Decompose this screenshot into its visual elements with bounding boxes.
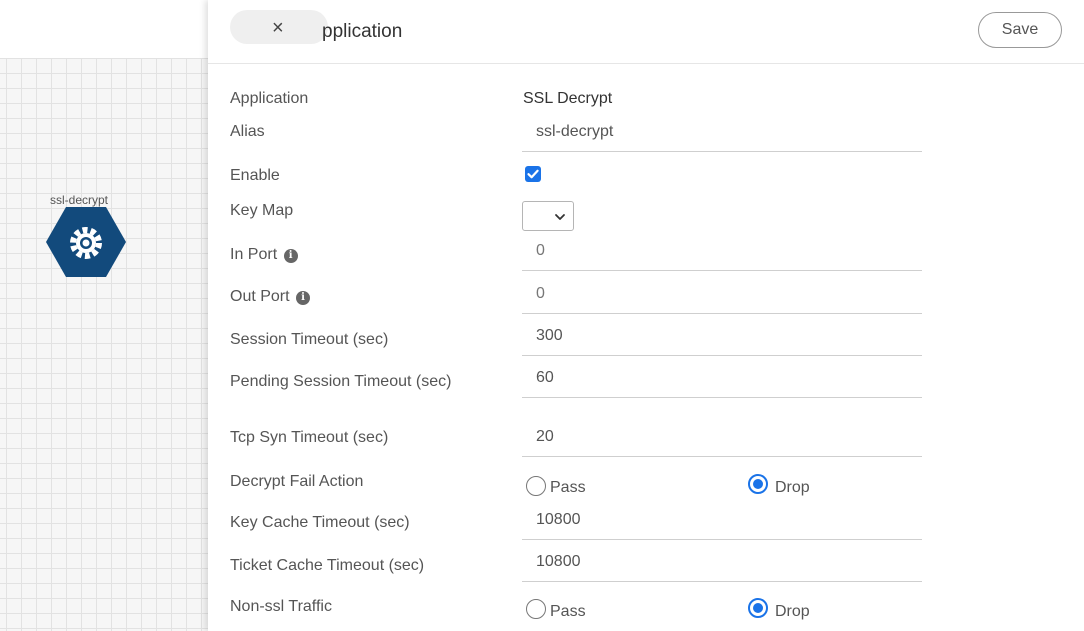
pending-session-timeout-label: Pending Session Timeout (sec) <box>230 373 452 390</box>
session-timeout-label: Session Timeout (sec) <box>230 331 389 348</box>
application-label: Application <box>230 90 309 107</box>
info-icon[interactable]: i <box>296 291 311 305</box>
close-icon[interactable]: × <box>272 18 284 38</box>
key-cache-timeout-label: Key Cache Timeout (sec) <box>230 514 410 531</box>
out-port-label-text: Out Port <box>230 288 290 305</box>
application-panel: × pplication Save Application SSL Decryp… <box>208 0 1084 631</box>
alias-value: ssl-decrypt <box>536 123 614 140</box>
non-ssl-drop-label[interactable]: Drop <box>775 603 810 621</box>
out-port-value: 0 <box>536 285 545 302</box>
alias-label: Alias <box>230 123 265 140</box>
info-icon[interactable]: i <box>283 249 298 263</box>
pending-session-timeout-value: 60 <box>536 369 554 386</box>
save-button[interactable]: Save <box>978 12 1062 48</box>
key-cache-timeout-input[interactable]: 10800 <box>522 502 922 540</box>
decrypt-fail-drop-radio[interactable] <box>748 474 768 494</box>
session-timeout-value: 300 <box>536 327 563 344</box>
ticket-cache-timeout-value: 10800 <box>536 553 581 570</box>
panel-header: × pplication Save <box>208 0 1084 64</box>
panel-title: pplication <box>322 21 403 42</box>
canvas-top-area <box>0 0 208 58</box>
tcp-syn-timeout-value: 20 <box>536 428 554 445</box>
tcp-syn-timeout-label: Tcp Syn Timeout (sec) <box>230 429 389 446</box>
decrypt-fail-drop-label[interactable]: Drop <box>775 479 810 497</box>
node-label: ssl-decrypt <box>50 193 109 207</box>
tcp-syn-timeout-input[interactable]: 20 <box>522 419 922 457</box>
non-ssl-drop-radio[interactable] <box>748 598 768 618</box>
enable-checkbox[interactable] <box>525 166 541 182</box>
session-timeout-input[interactable]: 300 <box>522 318 922 356</box>
application-value: SSL Decrypt <box>523 90 613 107</box>
decrypt-fail-pass-label[interactable]: Pass <box>550 479 586 497</box>
ticket-cache-timeout-input[interactable]: 10800 <box>522 544 922 582</box>
key-cache-timeout-value: 10800 <box>536 511 581 528</box>
in-port-value: 0 <box>536 242 545 259</box>
application-node[interactable] <box>46 207 126 277</box>
key-map-label: Key Map <box>230 202 294 219</box>
non-ssl-pass-radio[interactable] <box>526 599 546 619</box>
alias-input[interactable]: ssl-decrypt <box>522 114 922 152</box>
topology-canvas[interactable] <box>0 0 208 631</box>
out-port-label: Out Port i <box>230 286 480 308</box>
non-ssl-traffic-label: Non-ssl Traffic <box>230 598 332 615</box>
out-port-input[interactable]: 0 <box>522 276 922 314</box>
checkmark-icon <box>527 169 539 179</box>
decrypt-fail-action-label: Decrypt Fail Action <box>230 473 364 490</box>
decrypt-fail-pass-radio[interactable] <box>526 476 546 496</box>
non-ssl-pass-label[interactable]: Pass <box>550 603 586 621</box>
in-port-label: In Port i <box>230 244 480 266</box>
in-port-input[interactable]: 0 <box>522 233 922 271</box>
in-port-label-text: In Port <box>230 246 278 263</box>
chevron-down-icon <box>555 214 565 220</box>
enable-label: Enable <box>230 167 280 184</box>
key-map-select[interactable] <box>522 201 574 231</box>
gear-icon <box>46 207 126 277</box>
ticket-cache-timeout-label: Ticket Cache Timeout (sec) <box>230 557 425 574</box>
pending-session-timeout-input[interactable]: 60 <box>522 360 922 398</box>
